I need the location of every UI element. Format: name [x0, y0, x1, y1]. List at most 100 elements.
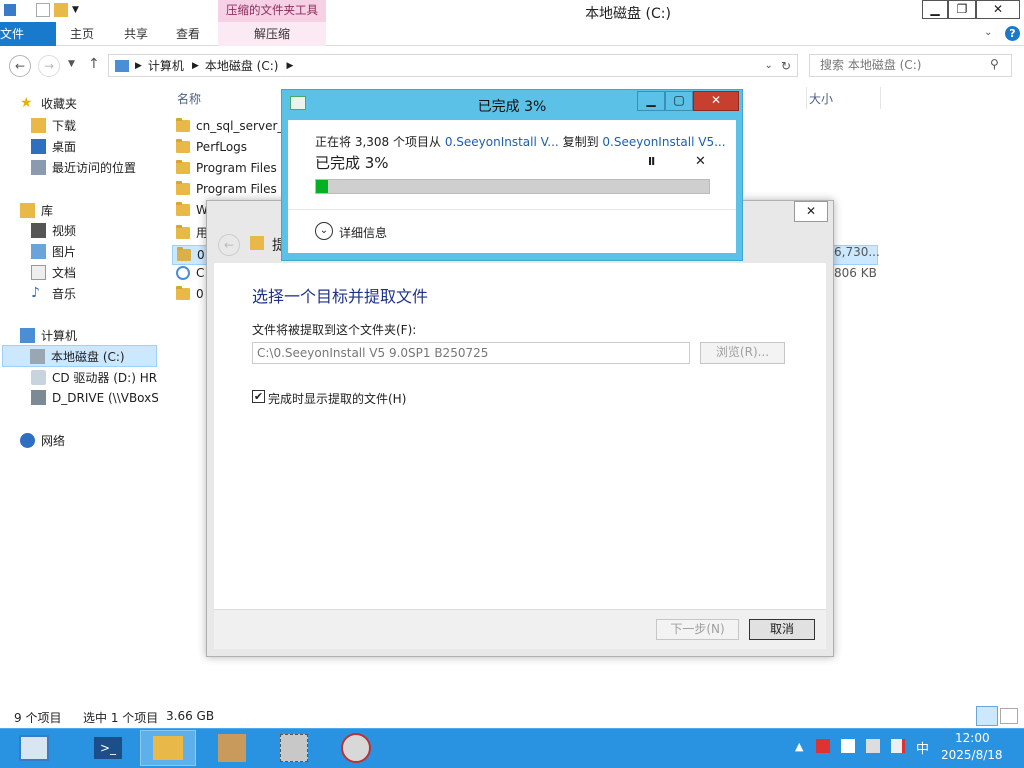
list-item[interactable]: PerfLogs [176, 139, 247, 154]
wizard-content [214, 263, 826, 609]
server-manager-icon[interactable] [2, 729, 66, 767]
chevron-down-icon[interactable]: ⌄ [315, 222, 333, 240]
copy-to-text: 复制到 [562, 135, 599, 149]
column-name[interactable]: 名称 [177, 90, 201, 107]
network-drive-icon [31, 390, 46, 405]
file-name: 0 [197, 248, 205, 262]
refresh-icon[interactable]: ↻ [781, 59, 791, 73]
nav-network-drive[interactable]: D_DRIVE (\\VBoxS [52, 391, 158, 405]
zip-folder-icon [250, 236, 264, 250]
device-icon[interactable] [841, 739, 855, 753]
tools-icon[interactable] [266, 730, 322, 766]
list-item[interactable]: 0 [176, 286, 204, 301]
list-item[interactable]: cn_sql_server_2 [176, 118, 291, 133]
nav-computer[interactable]: 计算机 [41, 327, 77, 344]
destination-path-input[interactable]: C:\0.SeeyonInstall V5 9.0SP1 B250725 [252, 342, 690, 364]
browse-button[interactable]: 浏览(R)... [700, 342, 785, 364]
tab-file[interactable]: 文件 [0, 22, 56, 46]
details-view-icon[interactable] [976, 706, 998, 726]
back-button[interactable]: ← [9, 55, 31, 77]
navigation-pane: ★ 收藏夹 下载 桌面 最近访问的位置 库 视频 图片 文档 ♪ 音乐 计算机 本地… [0, 87, 158, 707]
volume-icon[interactable] [891, 739, 905, 753]
powershell-icon[interactable]: >_ [80, 730, 136, 766]
nav-music[interactable]: 音乐 [52, 285, 76, 302]
tab-home[interactable]: 主页 [60, 22, 104, 46]
nav-network[interactable]: 网络 [41, 432, 65, 449]
nav-recent[interactable]: 最近访问的位置 [52, 159, 136, 176]
nav-pictures[interactable]: 图片 [52, 243, 76, 260]
close-button[interactable]: ✕ [976, 0, 1020, 19]
wizard-back-button[interactable]: ← [218, 234, 240, 256]
network-tray-icon[interactable] [866, 739, 880, 753]
next-button[interactable]: 下一步(N) [656, 619, 739, 640]
nav-downloads[interactable]: 下载 [52, 117, 76, 134]
music-icon: ♪ [31, 285, 40, 301]
file-explorer-icon[interactable] [140, 730, 196, 766]
new-folder-icon[interactable] [54, 3, 68, 17]
address-dropdown-icon[interactable]: ⌄ [765, 60, 773, 71]
nav-library[interactable]: 库 [41, 202, 53, 219]
copy-destination-link[interactable]: 0.SeeyonInstall V5... [602, 135, 725, 149]
copy-from-text: 正在将 3,308 个项目从 [315, 135, 441, 149]
installer-icon[interactable] [204, 730, 260, 766]
status-bar: 9 个项目 选中 1 个项目 3.66 GB [0, 706, 1024, 728]
action-center-icon[interactable] [816, 739, 830, 753]
pause-button[interactable]: II [648, 155, 655, 168]
large-icons-view-icon[interactable] [1000, 708, 1018, 724]
column-size[interactable]: 大小 [806, 87, 881, 109]
folder-icon [176, 224, 190, 239]
address-bar[interactable]: ▶ 计算机 ▶ 本地磁盘 (C:) ▶ ⌄ ↻ [108, 54, 798, 77]
clock-date[interactable]: 2025/8/18 [941, 748, 1003, 762]
list-item[interactable]: 用 [176, 224, 208, 241]
tab-view[interactable]: 查看 [166, 22, 210, 46]
network-icon [20, 433, 35, 448]
tab-extract[interactable]: 解压缩 [218, 22, 326, 46]
breadcrumb-computer[interactable]: 计算机 [148, 57, 184, 74]
recent-places-icon [31, 160, 46, 175]
file-size: 6,730... [834, 245, 880, 259]
quick-access-toolbar: ▼ [4, 3, 79, 17]
file-name: C [196, 266, 205, 280]
recent-locations-icon[interactable]: ▼ [68, 59, 75, 69]
show-files-label: 完成时显示提取的文件(H) [268, 392, 407, 406]
nav-documents[interactable]: 文档 [52, 264, 76, 281]
ime-indicator[interactable]: 中 [916, 738, 929, 757]
properties-icon[interactable] [36, 3, 50, 17]
wizard-cancel-button[interactable]: 取消 [749, 619, 815, 640]
wizard-heading: 选择一个目标并提取文件 [252, 287, 429, 306]
details-toggle[interactable]: 详细信息 [339, 224, 387, 241]
show-hidden-icons[interactable]: ▲ [795, 740, 803, 753]
nav-local-disk[interactable]: 本地磁盘 (C:) [51, 348, 125, 365]
maximize-button[interactable]: ❐ [948, 0, 976, 19]
show-files-checkbox[interactable]: ✔ [252, 390, 265, 403]
up-button[interactable]: ↑ [88, 56, 100, 72]
copy-minimize-button[interactable]: ▁ [637, 91, 665, 111]
folder-label: 文件将被提取到这个文件夹(F): [252, 323, 417, 337]
list-item[interactable]: Program Files [176, 181, 277, 196]
help-icon[interactable]: ? [1005, 26, 1020, 41]
wizard-close-button[interactable]: ✕ [794, 201, 828, 222]
search-input[interactable]: 搜索 本地磁盘 (C:) [809, 54, 1012, 77]
expand-ribbon-icon[interactable]: ⌄ [984, 27, 992, 38]
customize-qat-icon[interactable]: ▼ [72, 5, 79, 15]
minimize-button[interactable]: ▁ [922, 0, 948, 19]
list-item[interactable]: C [176, 266, 204, 280]
copy-close-button[interactable]: ✕ [693, 91, 739, 111]
nav-cd-drive[interactable]: CD 驱动器 (D:) HRM [52, 369, 158, 386]
tab-share[interactable]: 共享 [114, 22, 158, 46]
copy-source-link[interactable]: 0.SeeyonInstall V... [445, 135, 559, 149]
folder-icon [176, 139, 190, 153]
nav-desktop[interactable]: 桌面 [52, 138, 76, 155]
browser-icon[interactable] [328, 730, 384, 766]
list-item[interactable]: Program Files [176, 160, 277, 175]
nav-videos[interactable]: 视频 [52, 222, 76, 239]
pictures-icon [31, 244, 46, 259]
breadcrumb-drive[interactable]: 本地磁盘 (C:) [205, 57, 279, 74]
clock-time[interactable]: 12:00 [955, 731, 990, 745]
divider [288, 209, 736, 210]
copy-maximize-button[interactable]: ▢ [665, 91, 693, 111]
forward-button[interactable]: → [38, 55, 60, 77]
list-item[interactable]: W [176, 202, 208, 217]
nav-favorites[interactable]: 收藏夹 [41, 95, 77, 112]
copy-cancel-button[interactable]: ✕ [695, 154, 706, 169]
